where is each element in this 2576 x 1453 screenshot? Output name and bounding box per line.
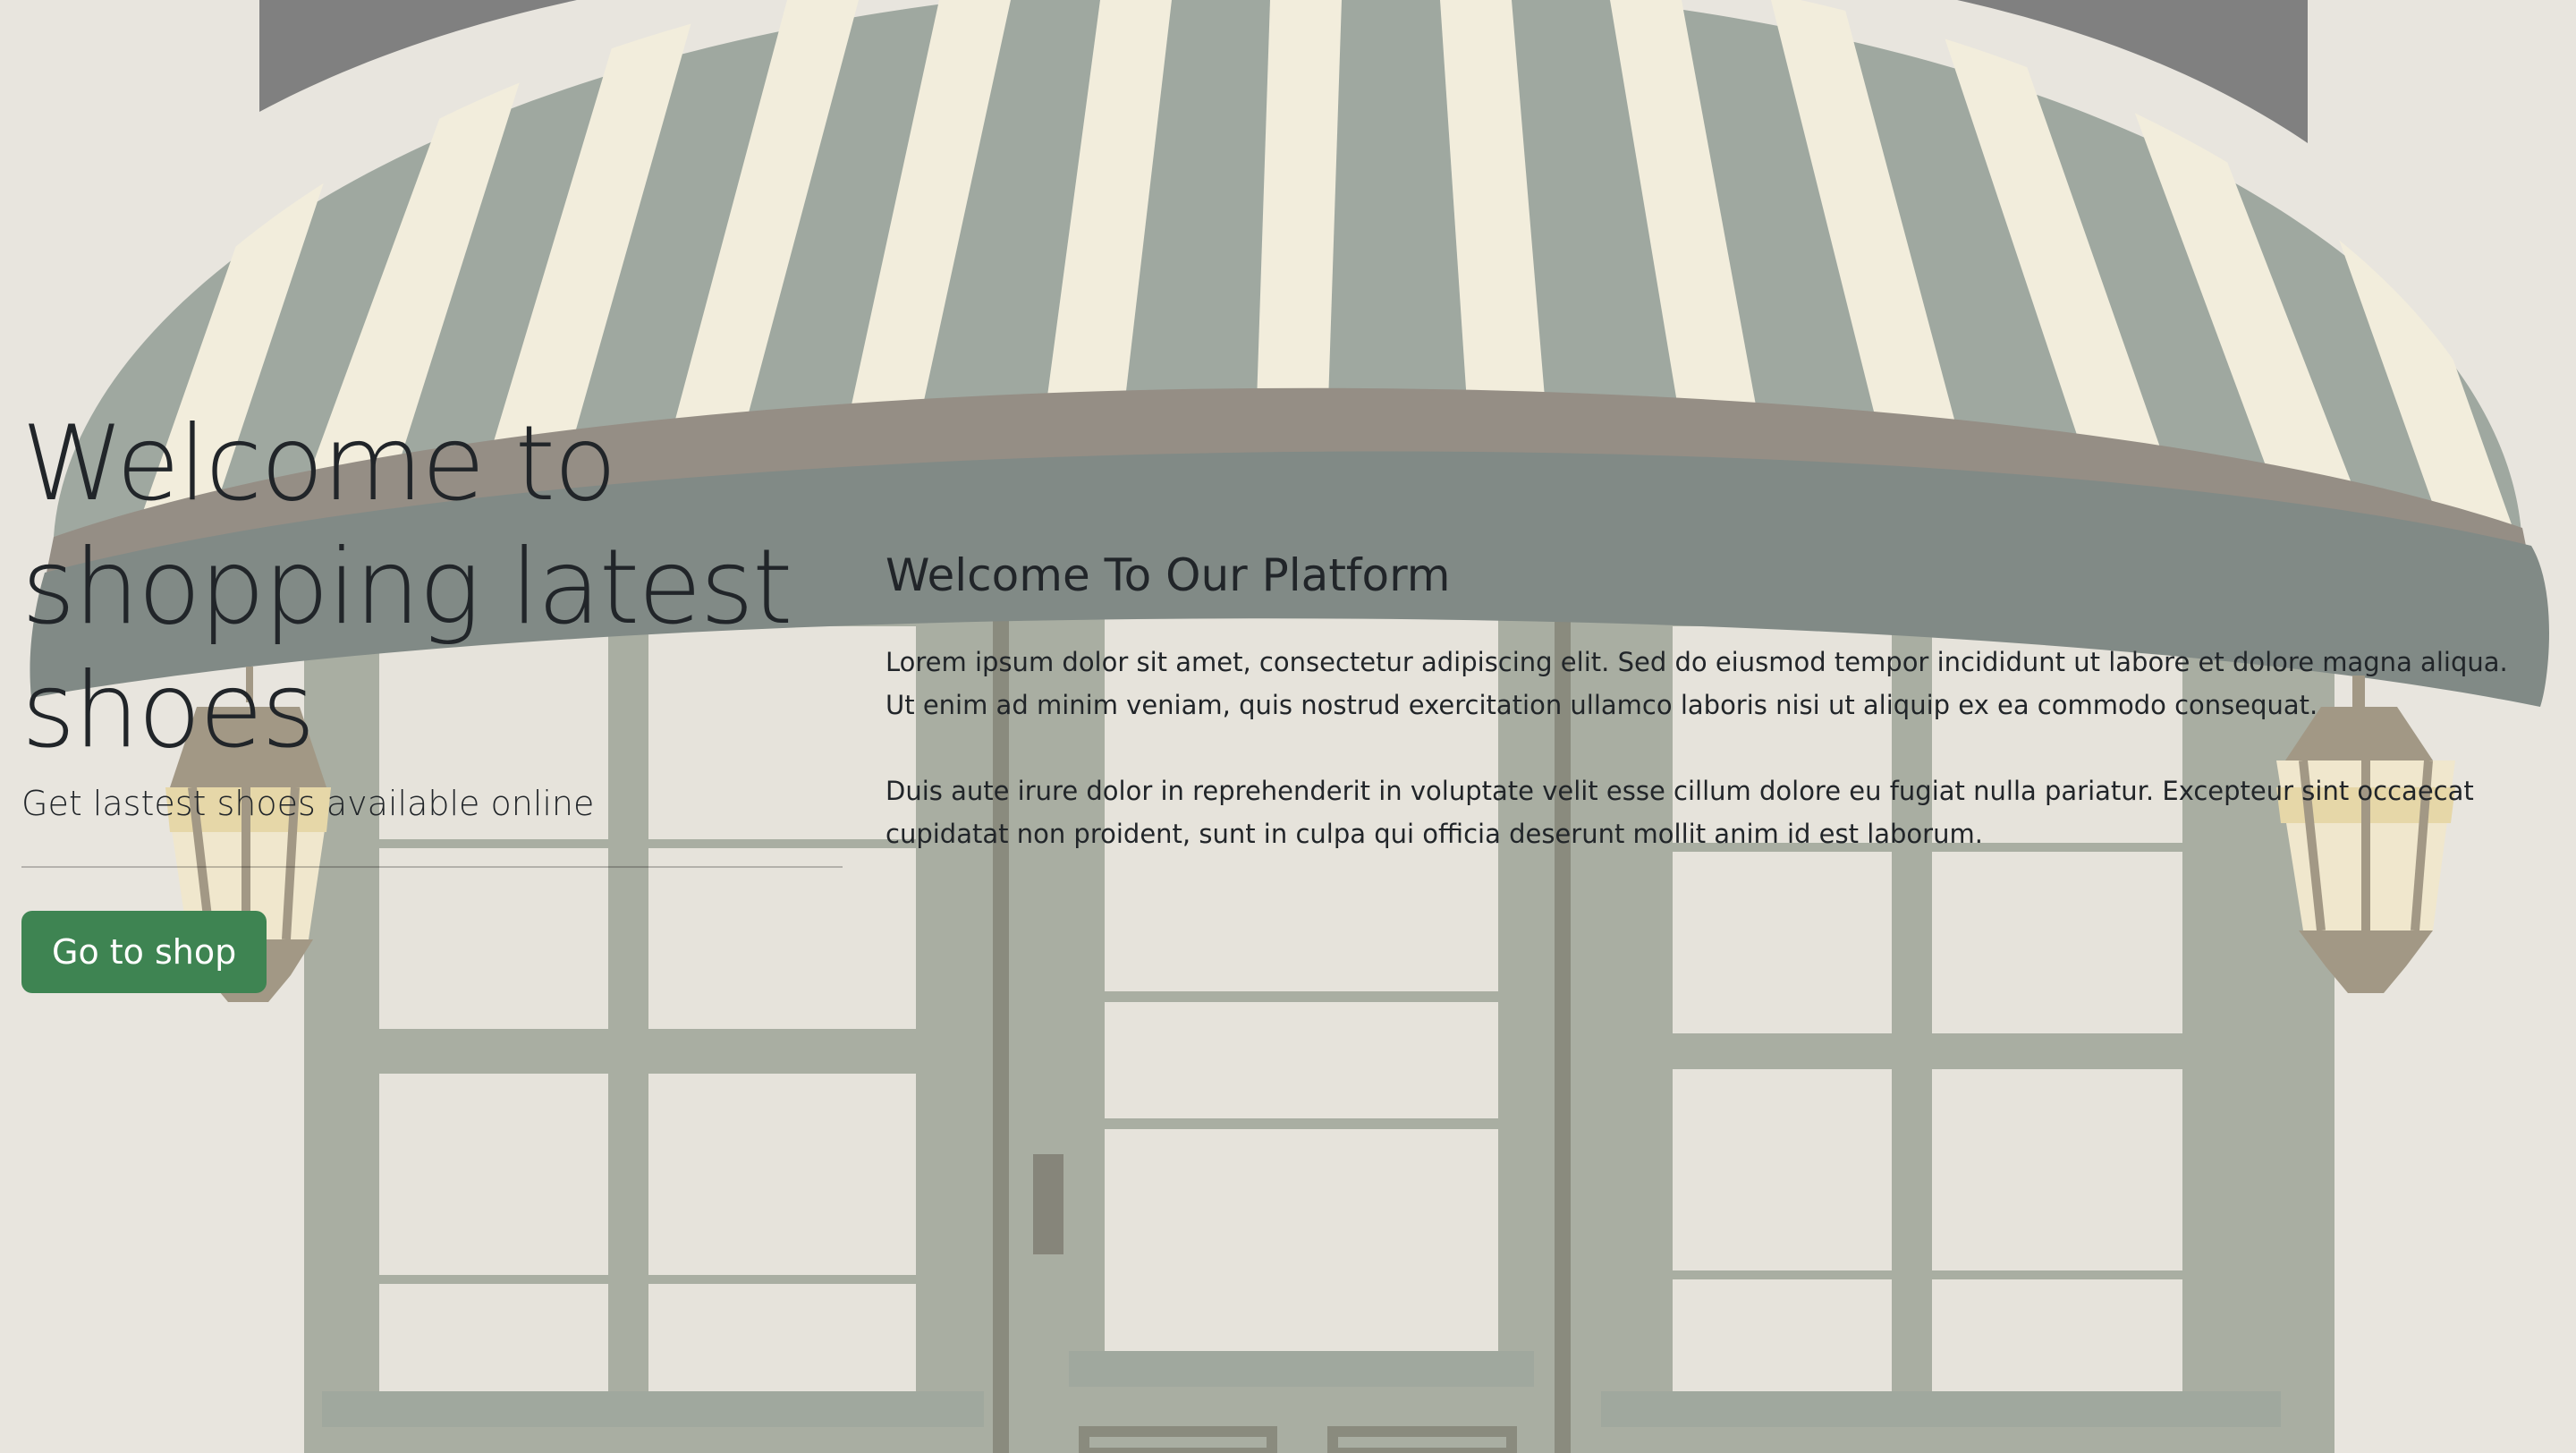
hero-divider bbox=[21, 866, 843, 868]
content-paragraph: Lorem ipsum dolor sit amet, consectetur … bbox=[886, 647, 2508, 720]
content-paragraph: Duis aute irure dolor in reprehenderit i… bbox=[886, 776, 2474, 849]
hero-lead: Get lastest shoes available online bbox=[21, 784, 595, 823]
content-heading: Welcome To Our Platform bbox=[886, 549, 1451, 601]
go-to-shop-button[interactable]: Go to shop bbox=[21, 911, 267, 993]
content-section: Welcome To Our Platform Lorem ipsum dolo… bbox=[886, 546, 2531, 898]
hero-title: Welcome to shopping latest shoes bbox=[21, 404, 793, 771]
hero-section: Welcome to shopping latest shoes Get las… bbox=[21, 403, 843, 993]
